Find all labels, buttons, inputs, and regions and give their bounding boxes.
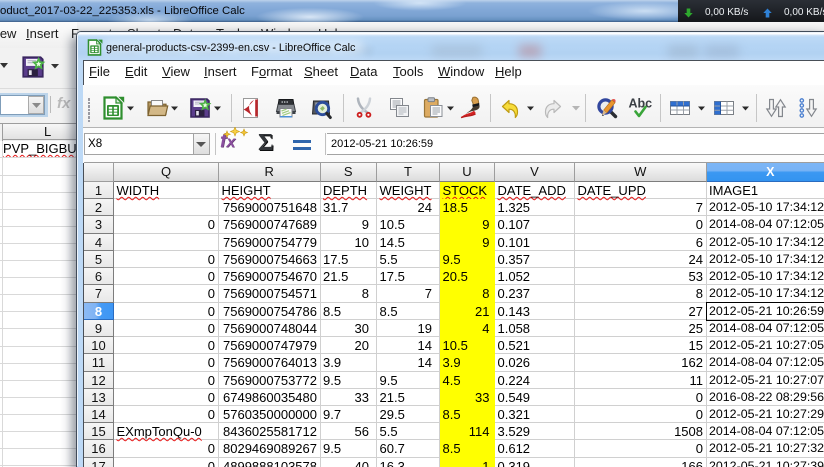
svg-text:Abc: Abc: [629, 97, 653, 111]
